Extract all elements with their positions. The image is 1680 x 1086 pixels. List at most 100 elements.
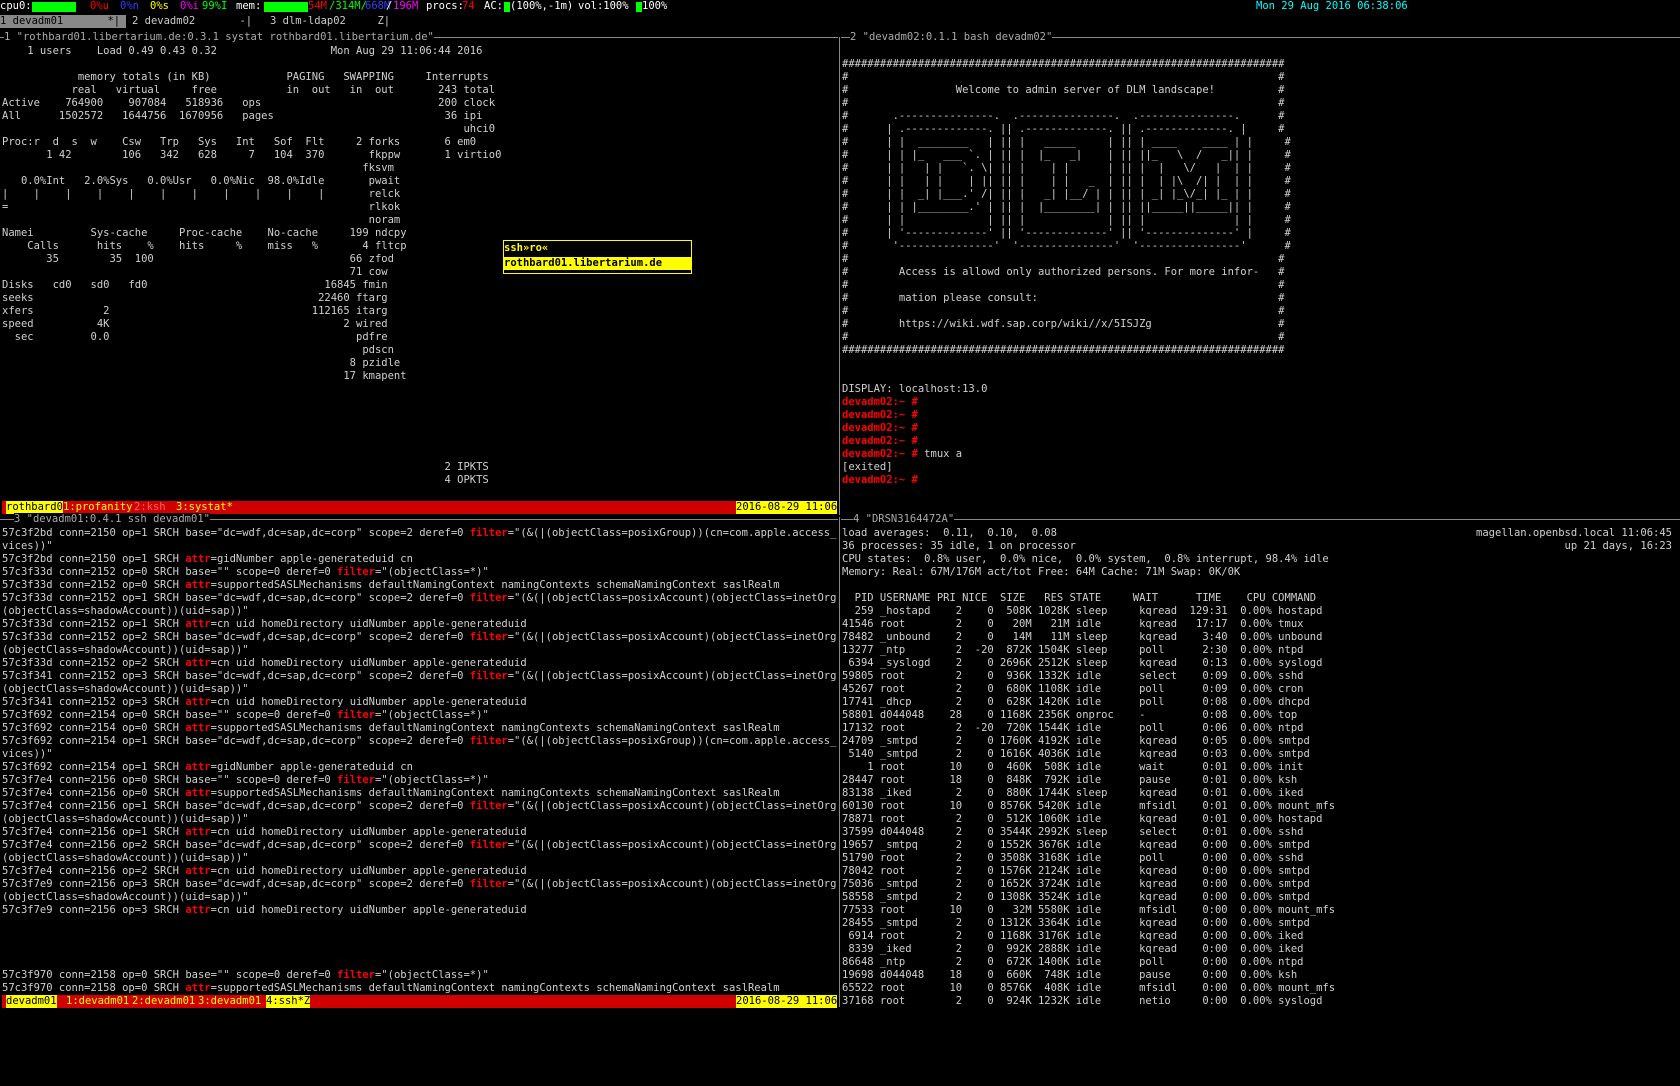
- top-header-line: CPU states: 0.8% user, 0.0% nice, 0.0% s…: [842, 553, 1329, 565]
- banner-line: # | | _| |___.' /| || | _| |__/ | | || |…: [842, 188, 1291, 200]
- systat-line: 4 OPKTS: [2, 474, 489, 486]
- log-keyword: attr: [185, 579, 211, 591]
- systat-line: uhci0: [2, 123, 496, 135]
- systat-line: All 1502572 1644756 1670956 pages 36 ipi: [2, 110, 483, 122]
- systat-line: 2 IPKTS: [2, 461, 489, 473]
- log-line: 57c3f33d conn=2152 op=1 SRCH attr=cn uid…: [2, 618, 527, 630]
- log-keyword: attr: [185, 553, 211, 565]
- log-line: 57c3f33d conn=2152 op=1 SRCH base="dc=wd…: [2, 592, 837, 604]
- shell-prompt-line: devadm02:~ #: [842, 409, 1680, 422]
- systat-line: [2, 396, 837, 409]
- pane3-win-1[interactable]: 1:devadm01: [66, 995, 129, 1008]
- shell-prompt-line: devadm02:~ #: [842, 435, 1680, 448]
- vol-label: vol:100%: [578, 0, 629, 12]
- cpu-idle: 99%I: [202, 0, 228, 12]
- process-row: 6914 root 2 0 1168K 3176K idle kqread 0:…: [842, 930, 1304, 942]
- log-line: 57c3f341 conn=2152 op=3 SRCH attr=cn uid…: [2, 696, 527, 708]
- log-line: 57c3f7e9 conn=2156 op=3 SRCH attr=cn uid…: [2, 904, 527, 916]
- shell-prompt: devadm02:~ #: [842, 448, 918, 460]
- banner-line: # Access is allowd only authorized perso…: [842, 266, 1285, 278]
- pane3-win-3[interactable]: 3:devadm01: [198, 995, 261, 1008]
- log-line: (objectClass=shadowAccount))(uid=sap))": [2, 683, 249, 695]
- window-tab-2[interactable]: 2 devadm02 -|: [132, 15, 252, 28]
- process-row: 13277 _ntp 2 -20 872K 1504K sleep poll 2…: [842, 644, 1304, 656]
- banner-line: # #: [842, 97, 1285, 109]
- log-keyword: filter: [469, 527, 508, 539]
- cpu-nice: 0%n: [120, 0, 139, 12]
- exited-line: [exited]: [842, 461, 893, 473]
- ssh-box-line1: ssh»ro«: [504, 242, 549, 254]
- log-keyword: filter: [337, 774, 375, 786]
- pane1-status-date: 2016-08-29 11:06: [736, 501, 838, 514]
- process-row: 5140 _smtpd 2 0 1616K 4036K idle kqread …: [842, 748, 1310, 760]
- pane3-win-4[interactable]: 4:ssh*Z: [266, 995, 311, 1008]
- log-keyword: filter: [469, 800, 508, 812]
- systat-line: [2, 409, 837, 422]
- log-line: 57c3f970 conn=2158 op=0 SRCH base="" sco…: [2, 969, 489, 981]
- shell-prompt-line: devadm02:~ # tmux a: [842, 448, 963, 460]
- process-row: 58801 d044048 28 0 1168K 2356K onproc - …: [842, 709, 1298, 721]
- systat-line: seeks 22460 ftarg: [2, 292, 388, 304]
- systat-line: Calls hits % hits % miss % 4 fltcp: [2, 240, 407, 252]
- log-line: 57c3f7e4 conn=2156 op=0 SRCH attr=suppor…: [2, 787, 780, 799]
- pane4-top[interactable]: load averages: 0.11, 0.10, 0.08 36 proces…: [842, 527, 1680, 1007]
- systat-line: [2, 435, 837, 448]
- shell-prompt: devadm02:~ #: [842, 435, 918, 447]
- log-keyword: filter: [469, 670, 508, 682]
- process-table: PID USERNAME PRI NICE SIZE RES STATE WAI…: [842, 592, 1680, 1007]
- process-row: 78482 _unbound 2 0 14M 11M sleep kqread …: [842, 631, 1323, 643]
- log-line: (objectClass=shadowAccount))(uid=sap))": [2, 852, 249, 864]
- process-row: 65522 root 10 0 8576K 408K idle mfsidl 0…: [842, 982, 1336, 994]
- shell-prompt-line[interactable]: devadm02:~ #: [842, 474, 1680, 487]
- window-tab-1[interactable]: 1 devadm01 *|: [0, 15, 126, 28]
- mem-mid: /314M/: [329, 0, 367, 12]
- systat-line: noram: [2, 214, 401, 226]
- pane3-win-2[interactable]: 2:devadm01: [132, 995, 195, 1008]
- ac-value: (100%,-1m): [510, 0, 574, 12]
- pane3-ssh[interactable]: 57c3f2bd conn=2150 op=1 SRCH base="dc=wd…: [2, 527, 837, 995]
- systat-line: [2, 58, 837, 71]
- log-line: 57c3f692 conn=2154 op=1 SRCH base="dc=wd…: [2, 735, 837, 747]
- systat-line: 17 kmapent: [2, 370, 407, 382]
- mem-used: 54M: [308, 0, 327, 12]
- pane2-bash[interactable]: ########################################…: [842, 45, 1680, 515]
- log-keyword: attr: [185, 787, 211, 799]
- mem-bar: [264, 2, 308, 12]
- pane1-systat[interactable]: 1 users Load 0.49 0.43 0.32 Mon Aug 29 1…: [2, 45, 837, 500]
- banner-hash-line: ########################################…: [842, 344, 1285, 356]
- process-row: 78871 root 2 0 512K 1060K idle kqread 0:…: [842, 813, 1323, 825]
- banner-line: # | | |_ ___ `. | || | |_ _| | || ||_ \ …: [842, 149, 1291, 161]
- process-row: 17132 root 2 -20 720K 1544K idle poll 0:…: [842, 722, 1304, 734]
- shell-prompt: devadm02:~ #: [842, 396, 918, 408]
- process-row: 6394 _syslogd 2 0 2696K 2512K sleep kqre…: [842, 657, 1323, 669]
- systat-output: 1 users Load 0.49 0.43 0.32 Mon Aug 29 1…: [2, 45, 837, 487]
- process-row: 58558 _smtpd 2 0 1308K 3524K idle kqread…: [842, 891, 1310, 903]
- log-keyword: filter: [469, 839, 508, 851]
- cpu-user: 0%u: [90, 0, 109, 12]
- log-keyword: attr: [185, 904, 211, 916]
- banner-line: # mation please consult: #: [842, 292, 1285, 304]
- procs-value: 74: [462, 0, 475, 12]
- process-row: 24709 _smtpd 2 0 1760K 4192K idle kqread…: [842, 735, 1310, 747]
- systat-line: Proc:r d s w Csw Trp Sys Int Sof Flt 2 f…: [2, 136, 477, 148]
- systat-line: speed 4K 2 wired: [2, 318, 388, 330]
- window-tab-3[interactable]: 3 dlm-ldap02 Z|: [270, 15, 390, 28]
- cpu-sys: 0%s: [150, 0, 169, 12]
- pane3-status-line: devadm01 1:devadm01 2:devadm01 3:devadm0…: [2, 995, 838, 1008]
- log-line: 57c3f341 conn=2152 op=3 SRCH base="dc=wd…: [2, 670, 837, 682]
- banner-line: # | '-------------' || '-------------' |…: [842, 227, 1291, 239]
- top-header-line: Memory: Real: 67M/176M act/tot Free: 64M…: [842, 566, 1241, 578]
- systat-line: [2, 422, 837, 435]
- cpu-label: cpu0:: [0, 0, 32, 12]
- log-keyword: attr: [185, 761, 211, 773]
- log-line: (objectClass=shadowAccount))(uid=sap))": [2, 605, 249, 617]
- process-row: 78042 root 2 0 1576K 2124K idle kqread 0…: [842, 865, 1310, 877]
- systat-line: fksvm: [2, 162, 394, 174]
- log-line: vices))": [2, 540, 53, 552]
- process-row: 259 _hostapd 2 0 508K 1028K sleep kqread…: [842, 605, 1323, 617]
- pane4-title: 4 "DRSN3164472A": [853, 513, 955, 526]
